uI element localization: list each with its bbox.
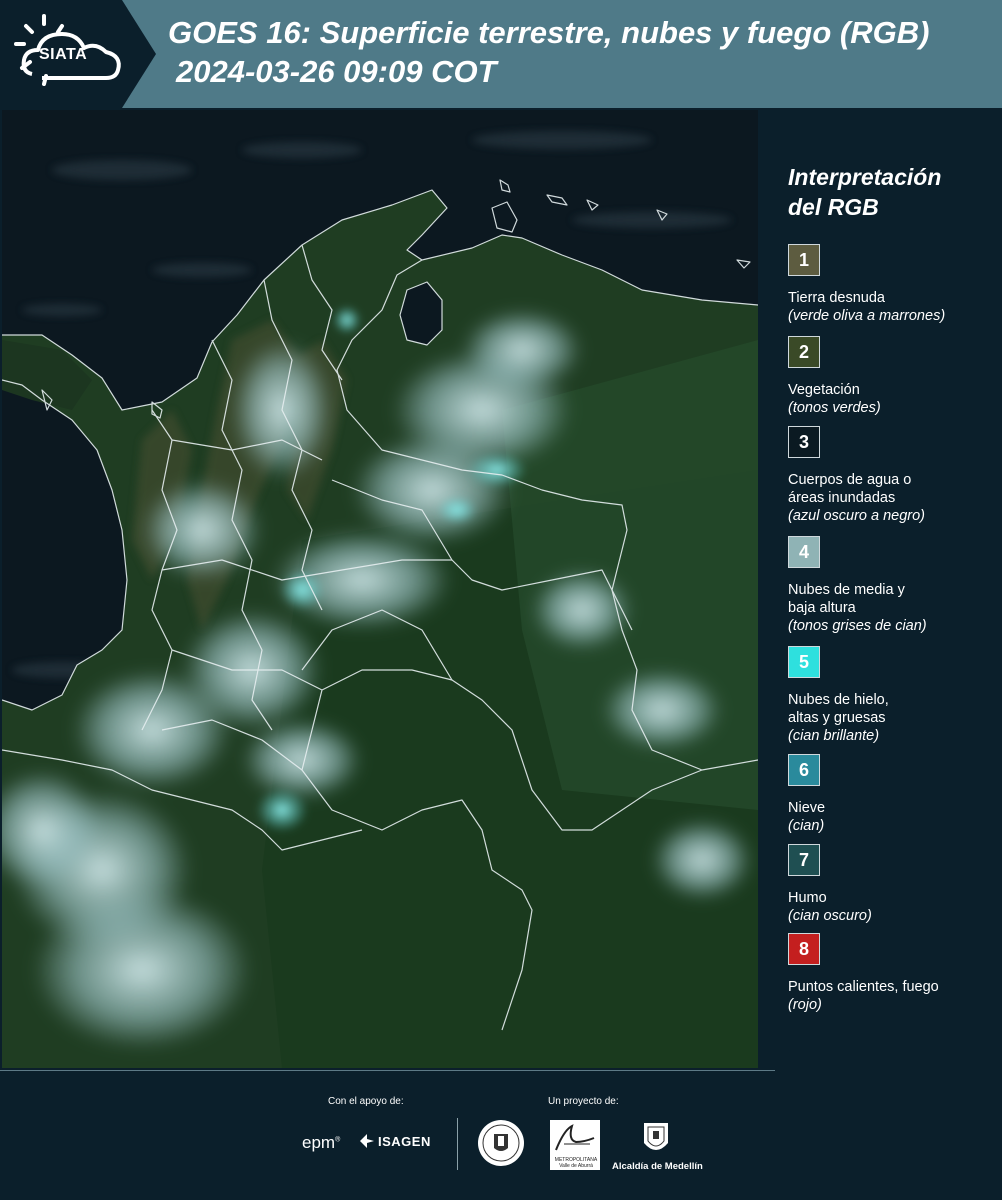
legend-item-label-line: Cuerpos de agua o xyxy=(788,472,912,488)
legend-item-label: Vegetación xyxy=(788,381,998,399)
legend-swatch: 7 xyxy=(788,844,820,876)
legend-item-label: Nubes de hielo, altas y gruesas xyxy=(788,691,998,727)
legend-item: 6 Nieve (cian) xyxy=(788,754,998,835)
legend-swatch: 8 xyxy=(788,933,820,965)
legend-item-label: Nieve xyxy=(788,799,998,817)
legend-item-label-line: Puntos calientes, fuego xyxy=(788,979,939,995)
isagen-logo-icon xyxy=(360,1134,374,1148)
legend-item: 1 Tierra desnuda (verde oliva a marrones) xyxy=(788,244,998,325)
siata-logo-text: SIATA xyxy=(39,46,88,63)
timestamp-title: 2024-03-26 09:09 COT xyxy=(176,54,497,89)
legend-item-label: Humo xyxy=(788,889,998,907)
legend-item-label: Puntos calientes, fuego xyxy=(788,978,998,996)
legend-item-description: (tonos verdes) xyxy=(788,400,881,416)
medellin-shield-icon xyxy=(644,1123,668,1150)
legend-item-label-line: Tierra desnuda xyxy=(788,290,885,306)
legend-item: 4 Nubes de media y baja altura (tonos grise… xyxy=(788,536,998,635)
university-seal-icon xyxy=(478,1120,524,1166)
legend-item-description: (verde oliva a marrones) xyxy=(788,308,946,324)
legend-item: 5 Nubes de hielo, altas y gruesas (cian bri… xyxy=(788,646,998,745)
area-metropolitana-text: METROPOLITANA Valle de Aburrá xyxy=(553,1157,599,1169)
legend-item-description: (cian) xyxy=(788,818,825,834)
legend-title: Interpretación del RGB xyxy=(788,162,988,222)
legend-swatch: 3 xyxy=(788,426,820,458)
support-label: Con el apoyo de: xyxy=(328,1096,404,1107)
legend-item-label-line: Vegetación xyxy=(788,382,860,398)
legend-item-description: (tonos grises de cian) xyxy=(788,618,927,634)
legend-title-line2: del RGB xyxy=(788,194,879,220)
legend-swatch: 1 xyxy=(788,244,820,276)
rgb-legend-panel: Interpretación del RGB 1 Tierra desnuda (v… xyxy=(760,110,1002,1068)
legend-item: 2 Vegetación (tonos verdes) xyxy=(788,336,998,417)
legend-item-label-line: altas y gruesas xyxy=(788,710,886,726)
legend-item-description: (cian oscuro) xyxy=(788,908,872,924)
footer-sponsors: Con el apoyo de: Un proyecto de: epm® IS… xyxy=(0,1070,1002,1200)
epm-logo: epm® xyxy=(302,1133,341,1152)
legend-item: 8 Puntos calientes, fuego (rojo) xyxy=(788,933,998,1014)
alcaldia-medellin-text: Alcaldía de Medellín xyxy=(612,1161,703,1172)
legend-title-line1: Interpretación xyxy=(788,164,942,190)
legend-item-label-line: Nubes de hielo, xyxy=(788,692,889,708)
legend-item-label-line: Humo xyxy=(788,890,827,906)
legend-item-label-line: Nubes de media y xyxy=(788,582,905,598)
legend-item-description: (rojo) xyxy=(788,997,822,1013)
header-banner: SIATA GOES 16: Superficie terrestre, nub… xyxy=(0,0,1002,108)
legend-item: 3 Cuerpos de agua o áreas inundadas (azul o… xyxy=(788,426,998,525)
legend-item-description: (cian brillante) xyxy=(788,728,880,744)
area-text-line2: Valle de Aburrá xyxy=(559,1163,593,1169)
area-script-icon xyxy=(555,1124,595,1151)
legend-item-description: (azul oscuro a negro) xyxy=(788,508,926,524)
epm-logo-text: epm xyxy=(302,1133,336,1152)
legend-swatch: 4 xyxy=(788,536,820,568)
header-arrow-shape xyxy=(122,0,156,108)
footer-divider-line xyxy=(0,1070,775,1071)
legend-item-label-line: baja altura xyxy=(788,600,856,616)
legend-item-label: Tierra desnuda xyxy=(788,289,998,307)
legend-swatch: 2 xyxy=(788,336,820,368)
project-label: Un proyecto de: xyxy=(548,1096,619,1107)
isagen-logo-text: ISAGEN xyxy=(378,1134,431,1149)
legend-item: 7 Humo (cian oscuro) xyxy=(788,844,998,925)
legend-swatch: 6 xyxy=(788,754,820,786)
legend-swatch: 5 xyxy=(788,646,820,678)
footer-vertical-divider xyxy=(457,1118,458,1170)
page-title: GOES 16: Superficie terrestre, nubes y f… xyxy=(168,15,930,50)
legend-item-label: Nubes de media y baja altura xyxy=(788,581,998,617)
satellite-image xyxy=(2,110,758,1068)
satellite-rgb-map xyxy=(2,110,758,1068)
legend-item-label-line: Nieve xyxy=(788,800,826,816)
legend-item-label: Cuerpos de agua o áreas inundadas xyxy=(788,471,998,507)
legend-item-label-line: áreas inundadas xyxy=(788,490,896,506)
